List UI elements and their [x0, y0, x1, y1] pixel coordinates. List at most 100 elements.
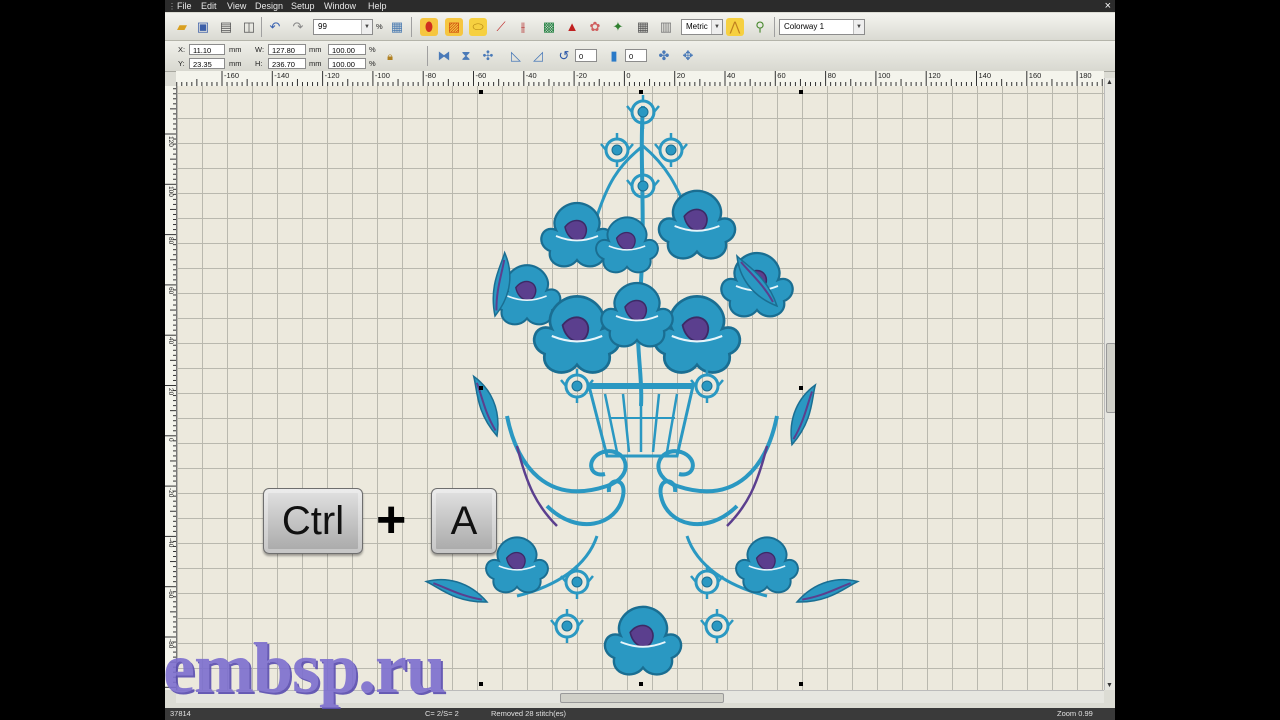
units-combo[interactable]: Metric ▼: [681, 19, 723, 35]
run-stitch-icon[interactable]: ⟋: [492, 18, 510, 36]
slant-angle-input[interactable]: 0: [625, 49, 647, 62]
x-position-input[interactable]: 11.10: [189, 44, 225, 55]
chevron-down-icon[interactable]: ▼: [711, 20, 722, 34]
height-input[interactable]: 236.70: [268, 58, 306, 69]
scale-width-input[interactable]: 100.00: [328, 44, 366, 55]
vertical-scrollbar[interactable]: ▲ ▼: [1104, 78, 1115, 690]
ruler-label: 0: [167, 437, 174, 442]
ruler-label: 80: [827, 71, 836, 80]
selection-handle[interactable]: [479, 90, 483, 94]
menu-window[interactable]: Window: [324, 0, 356, 12]
menu-design[interactable]: Design: [255, 0, 283, 12]
zoom-value: 99: [318, 22, 327, 31]
units-value: Metric: [686, 22, 708, 31]
color-icon[interactable]: ▲: [563, 18, 581, 36]
w-label: W:: [255, 45, 265, 54]
selection-handle[interactable]: [799, 386, 803, 390]
menu-view[interactable]: View: [227, 0, 246, 12]
zoom-combo[interactable]: 99 ▼: [313, 19, 373, 35]
chevron-down-icon[interactable]: ▼: [853, 20, 864, 34]
mirror-horizontal-icon[interactable]: ⧓: [435, 47, 453, 65]
y-position-input[interactable]: 23.35: [189, 58, 225, 69]
menu-file[interactable]: File: [177, 0, 192, 12]
image-icon[interactable]: ▩: [540, 18, 558, 36]
lettering-icon[interactable]: ✦: [609, 18, 627, 36]
watermark: embsp.ru: [163, 628, 446, 708]
save-icon[interactable]: ▣: [194, 18, 212, 36]
print-icon[interactable]: ▤: [217, 18, 235, 36]
design-canvas[interactable]: [177, 86, 1104, 690]
w-unit: mm: [309, 45, 322, 54]
scale-height-input[interactable]: 100.00: [328, 58, 366, 69]
a-key-overlay: A: [431, 488, 497, 554]
skew-left-icon[interactable]: ◺: [507, 47, 525, 65]
print-preview-icon[interactable]: ◫: [240, 18, 258, 36]
scroll-up-icon[interactable]: ▲: [1106, 79, 1113, 86]
ruler-label: 40: [167, 337, 174, 345]
applique-icon[interactable]: ✿: [586, 18, 604, 36]
undo-icon[interactable]: ↶: [266, 18, 284, 36]
ruler-label: -120: [324, 71, 340, 80]
embroidery-design[interactable]: [177, 86, 1104, 690]
rotate-left-icon[interactable]: ↺: [555, 47, 573, 65]
skew-right-icon[interactable]: ◿: [529, 47, 547, 65]
plus-sign: +: [376, 491, 407, 549]
lock-proportion-icon[interactable]: 🔒︎: [381, 48, 399, 66]
colorway-combo[interactable]: Colorway 1 ▼: [779, 19, 865, 35]
open-folder-icon[interactable]: ▰: [173, 18, 191, 36]
distribute-icon[interactable]: ✥: [679, 47, 697, 65]
ctrl-key-overlay: Ctrl: [263, 488, 363, 554]
selection-handle[interactable]: [639, 682, 643, 686]
ruler-label: -40: [167, 538, 174, 548]
satin-stitch-icon[interactable]: ⬮: [420, 18, 438, 36]
menu-setup[interactable]: Setup: [291, 0, 315, 12]
selection-handle[interactable]: [479, 386, 483, 390]
align-icon[interactable]: ✤: [655, 47, 673, 65]
selection-handle[interactable]: [639, 90, 643, 94]
mirror-vertical-icon[interactable]: ⧗: [457, 47, 475, 65]
arrange-icon[interactable]: ✣: [479, 47, 497, 65]
needle-icon[interactable]: ⫲: [514, 18, 532, 36]
fill-stitch-icon[interactable]: ▨: [445, 18, 463, 36]
ruler-label: 140: [978, 71, 992, 80]
toolbar-separator: [411, 17, 412, 37]
zoom-level: Zoom 0.99: [1057, 709, 1093, 718]
rotate-angle-input[interactable]: 0: [575, 49, 597, 62]
scale-width-unit: %: [369, 45, 376, 54]
zoom-options-icon[interactable]: ▦: [388, 18, 406, 36]
status-message: Removed 28 stitch(es): [491, 709, 567, 718]
outline-icon[interactable]: ⬭: [469, 18, 487, 36]
selection-handle[interactable]: [479, 682, 483, 686]
selection-handle[interactable]: [799, 682, 803, 686]
hoop-grid-icon[interactable]: ▥: [657, 18, 675, 36]
scale-height-unit: %: [369, 59, 376, 68]
ruler-label: -140: [274, 71, 290, 80]
grid-icon[interactable]: ▦: [634, 18, 652, 36]
ruler-label: 100: [877, 71, 891, 80]
horizontal-scroll-thumb[interactable]: [560, 693, 724, 703]
menu-edit[interactable]: Edit: [201, 0, 217, 12]
thread-icon[interactable]: ⚲: [751, 18, 769, 36]
close-icon[interactable]: ×: [1105, 0, 1111, 12]
toolbar-separator: [774, 17, 775, 37]
redo-icon[interactable]: ↷: [289, 18, 307, 36]
ruler-label: 60: [167, 286, 174, 295]
slant-icon[interactable]: ▮: [605, 47, 623, 65]
scroll-down-icon[interactable]: ▼: [1106, 682, 1113, 689]
ruler-label: -60: [475, 71, 487, 80]
x-unit: mm: [229, 45, 242, 54]
chevron-down-icon[interactable]: ▼: [361, 20, 372, 34]
horizontal-ruler-ticks: [176, 71, 1103, 86]
ruler-label: -100: [374, 71, 390, 80]
ruler-label: -40: [525, 71, 537, 80]
selection-handle[interactable]: [799, 90, 803, 94]
menu-help[interactable]: Help: [368, 0, 387, 12]
ruler-label: -20: [576, 71, 587, 80]
width-input[interactable]: 127.80: [268, 44, 306, 55]
ruler-label: 80: [167, 236, 174, 244]
horizontal-ruler: -160 -140 -120 -100 -80 -60 -40 -20 0 20 40 60 80 100…: [176, 71, 1104, 87]
ruler-label: 160: [1028, 71, 1042, 80]
measure-icon[interactable]: ⋀: [726, 18, 744, 36]
vertical-scroll-thumb[interactable]: [1106, 343, 1115, 413]
toolbar-separator: [261, 17, 262, 37]
